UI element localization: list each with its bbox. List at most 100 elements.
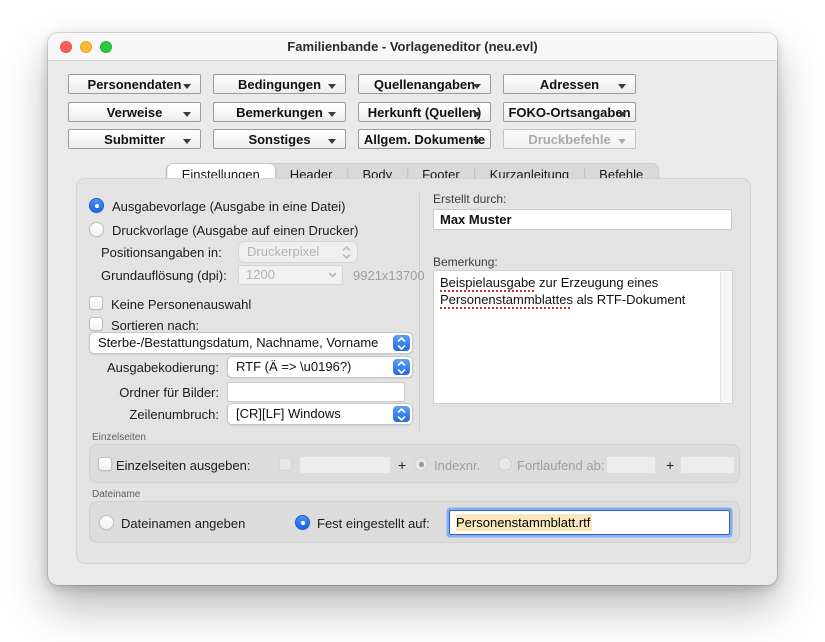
dpi-resolution-value: 9921x13700 [353, 268, 425, 283]
radio-dot-icon [95, 204, 100, 209]
button-label: Submitter [104, 132, 165, 147]
checkbox-sortieren-nach-label: Sortieren nach: [111, 318, 199, 333]
remark-line2-rest: als RTF-Dokument [573, 292, 685, 307]
popup-chevrons-icon [342, 245, 351, 260]
positions-popup-value: Druckerpixel [247, 244, 319, 259]
window-title: Familienbande - Vorlageneditor (neu.evl) [48, 39, 777, 54]
checkbox-sortieren-nach[interactable] [89, 317, 103, 331]
checkbox-einzelseiten-ausgeben[interactable] [98, 457, 112, 471]
dpi-combo-value: 1200 [246, 267, 275, 282]
positions-popup: Druckerpixel [238, 241, 358, 263]
radio-fest-eingestellt[interactable] [295, 515, 310, 530]
popup-chevrons-icon [393, 406, 410, 422]
dropdown-button-personendaten[interactable]: Personendaten [68, 74, 201, 94]
linebreak-popup[interactable]: [CR][LF] Windows [227, 403, 413, 425]
dropdown-button-druckbefehle: Druckbefehle [503, 129, 636, 149]
radio-druckvorlage[interactable] [89, 222, 104, 237]
remark-label: Bemerkung: [433, 255, 498, 269]
desktop-background: Familienbande - Vorlageneditor (neu.evl)… [0, 0, 825, 642]
images-folder-label: Ordner für Bilder: [77, 385, 219, 400]
encoding-popup[interactable]: RTF (Ä => \u0196?) [227, 356, 413, 378]
radio-ausgabevorlage-label: Ausgabevorlage (Ausgabe in eine Datei) [112, 199, 345, 214]
dropdown-button-verweise[interactable]: Verweise [68, 102, 201, 122]
einzelseiten-field-3 [680, 456, 735, 474]
dpi-combo: 1200 [238, 265, 343, 285]
author-input[interactable] [433, 209, 732, 230]
filename-selected-text: Personenstammblatt.rtf [456, 514, 592, 531]
remark-textarea[interactable]: Beispielausgabe zur Erzeugung eines Pers… [433, 270, 733, 404]
dropdown-button-herkunft-quellen[interactable]: Herkunft (Quellen) [358, 102, 491, 122]
sort-popup[interactable]: Sterbe-/Bestattungsdatum, Nachname, Vorn… [89, 332, 413, 354]
radio-druckvorlage-label: Druckvorlage (Ausgabe auf einen Drucker) [112, 223, 358, 238]
dropdown-button-allgem-dokumente[interactable]: Allgem. Dokumente [358, 129, 491, 149]
radio-fortlaufend-disabled [498, 457, 512, 471]
encoding-label: Ausgabekodierung: [77, 360, 219, 375]
button-label: Druckbefehle [528, 132, 610, 147]
remark-text: Beispielausgabe zur Erzeugung eines Pers… [434, 271, 732, 311]
dpi-label: Grundauflösung (dpi): [101, 268, 227, 283]
dropdown-arrow-icon [618, 112, 626, 117]
radio-fortlaufend-label: Fortlaufend ab: [517, 458, 604, 473]
dropdown-button-quellenangaben[interactable]: Quellenangaben [358, 74, 491, 94]
radio-fest-eingestellt-label: Fest eingestellt auf: [317, 516, 430, 531]
images-folder-input[interactable] [227, 382, 405, 402]
app-window: Familienbande - Vorlageneditor (neu.evl)… [48, 33, 777, 585]
popup-chevrons-icon [393, 359, 410, 375]
einzelseiten-field-1 [299, 456, 391, 474]
remark-line1-rest: zur Erzeugung eines [535, 275, 658, 290]
titlebar: Familienbande - Vorlageneditor (neu.evl) [48, 33, 777, 61]
radio-indexnr-disabled [414, 457, 428, 471]
dropdown-arrow-icon [328, 84, 336, 89]
dropdown-arrow-icon [618, 139, 626, 144]
remark-scrollbar[interactable] [720, 272, 731, 402]
einzelseiten-groupbox: Einzelseiten ausgeben: + Indexnr. Fortla… [89, 444, 740, 483]
dropdown-button-foko-ortsangaben[interactable]: FOKO-Ortsangaben [503, 102, 636, 122]
button-label: Adressen [540, 77, 599, 92]
dropdown-arrow-icon [473, 112, 481, 117]
button-label: Sonstiges [248, 132, 310, 147]
radio-dot-icon [419, 462, 424, 467]
filename-input[interactable]: Personenstammblatt.rtf [450, 511, 729, 534]
dropdown-arrow-icon [328, 139, 336, 144]
radio-dateinamen-angeben-label: Dateinamen angeben [121, 516, 245, 531]
dropdown-arrow-icon [473, 139, 481, 144]
einzelseiten-group-label: Einzelseiten [92, 432, 146, 443]
linebreak-popup-value: [CR][LF] Windows [236, 406, 341, 421]
checkbox-keine-personenauswahl-label: Keine Personenauswahl [111, 297, 251, 312]
checkbox-einzelseiten-label: Einzelseiten ausgeben: [116, 458, 250, 473]
einzelseiten-field-2 [606, 456, 656, 474]
radio-dot-icon [301, 521, 306, 526]
encoding-popup-value: RTF (Ä => \u0196?) [236, 359, 351, 374]
settings-panel: Ausgabevorlage (Ausgabe in eine Datei) D… [76, 178, 751, 564]
button-label: Bemerkungen [236, 105, 323, 120]
button-label: Allgem. Dokumente [364, 132, 485, 147]
button-label: Quellenangaben [374, 77, 475, 92]
dropdown-button-bedingungen[interactable]: Bedingungen [213, 74, 346, 94]
dropdown-arrow-icon [183, 84, 191, 89]
radio-ausgabevorlage[interactable] [89, 198, 104, 213]
radio-indexnr-label: Indexnr. [434, 458, 480, 473]
dropdown-arrow-icon [473, 84, 481, 89]
dropdown-button-submitter[interactable]: Submitter [68, 129, 201, 149]
checkbox-keine-personenauswahl[interactable] [89, 296, 103, 310]
button-label: Bedingungen [238, 77, 321, 92]
author-label: Erstellt durch: [433, 192, 506, 206]
button-label: Personendaten [88, 77, 182, 92]
positions-label: Positionsangaben in: [101, 245, 222, 260]
remark-line2-word: Personenstammblattes [440, 292, 573, 307]
dropdown-button-bemerkungen[interactable]: Bemerkungen [213, 102, 346, 122]
dropdown-arrow-icon [183, 139, 191, 144]
dropdown-button-adressen[interactable]: Adressen [503, 74, 636, 94]
radio-dateinamen-angeben[interactable] [99, 515, 114, 530]
dropdown-button-sonstiges[interactable]: Sonstiges [213, 129, 346, 149]
button-label: Verweise [107, 105, 163, 120]
combo-chevron-down-icon [328, 271, 337, 279]
plus-sign-1: + [398, 457, 406, 473]
column-divider [419, 193, 420, 431]
popup-chevrons-icon [393, 335, 410, 351]
dateiname-groupbox: Dateinamen angeben Fest eingestellt auf:… [89, 501, 740, 543]
button-label: Herkunft (Quellen) [368, 105, 481, 120]
dateiname-group-label: Dateiname [92, 489, 140, 500]
dropdown-arrow-icon [618, 84, 626, 89]
remark-line1-word: Beispielausgabe [440, 275, 535, 290]
